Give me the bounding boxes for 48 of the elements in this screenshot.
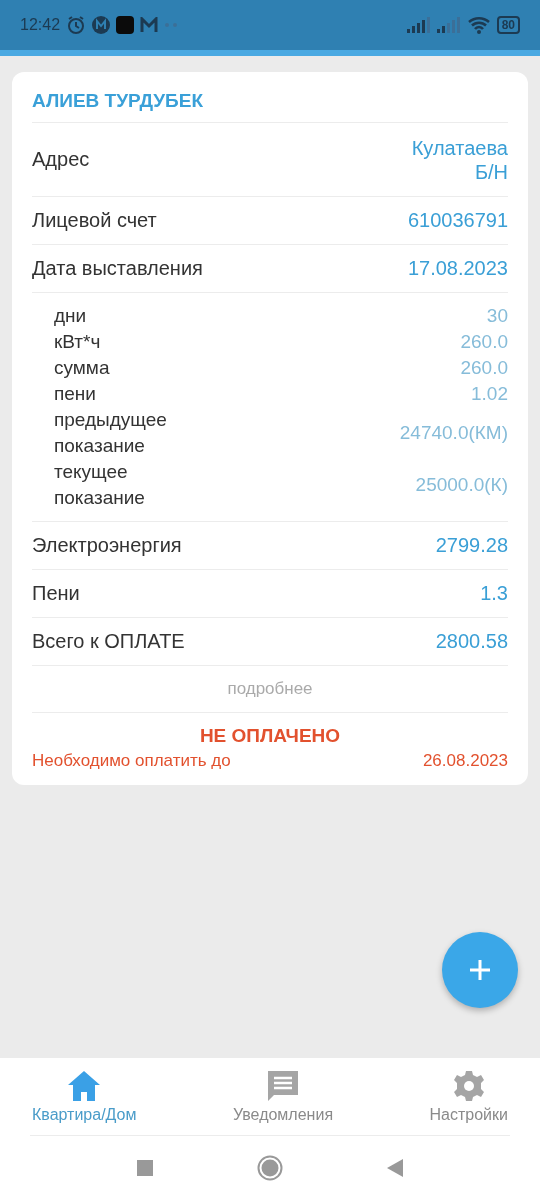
app-icon	[116, 16, 135, 34]
clock: 12:42	[20, 16, 61, 34]
detail-value: 30	[486, 304, 508, 328]
total-label: Всего к ОПЛАТЕ	[32, 630, 185, 653]
settings-icon	[452, 1069, 485, 1102]
field-label: Дата выставления	[32, 257, 203, 280]
plus-icon	[469, 959, 491, 981]
total-value: 1.3	[480, 582, 508, 605]
message-icon	[267, 1069, 299, 1102]
detail-label: кВт*ч	[54, 330, 102, 354]
back-icon[interactable]	[387, 1159, 403, 1177]
total-label: Пени	[32, 582, 80, 605]
signal-icon	[436, 17, 461, 33]
total-label: Электроэнергия	[32, 534, 182, 557]
detail-label: дни	[54, 304, 88, 328]
detail-label: пени	[54, 382, 97, 406]
detail-label: текущее показание	[54, 460, 146, 510]
field-label: Адрес	[32, 148, 90, 171]
wifi-icon	[466, 16, 491, 34]
field-value: 610036791	[407, 209, 508, 232]
detail-value: 260.0	[460, 330, 508, 354]
home-icon	[67, 1070, 102, 1102]
detail-value: 24740.0(КМ)	[399, 421, 508, 445]
dots-icon	[164, 22, 179, 28]
field-value: 17.08.2023	[407, 257, 508, 280]
signal-icon	[406, 17, 431, 33]
detail-label: сумма	[54, 356, 111, 380]
nav-tab[interactable]: Квартира/Дом	[30, 1058, 139, 1135]
total-value: 2800.58	[435, 630, 508, 653]
detail-value: 25000.0(К)	[415, 473, 508, 497]
payment-status: НЕ ОПЛАЧЕНО	[198, 724, 342, 747]
add-button[interactable]	[442, 932, 518, 1008]
alarm-clock-icon	[66, 15, 87, 35]
details-link[interactable]: подробнее	[32, 666, 508, 713]
home-button-icon[interactable]	[257, 1155, 283, 1181]
detail-value: 260.0	[460, 356, 508, 380]
due-label: Необходимо оплатить до	[32, 751, 231, 771]
nav-tab[interactable]: Уведомления	[231, 1058, 336, 1135]
total-value: 2799.28	[435, 534, 508, 557]
field-value: Кулатаева Б/Н	[410, 135, 508, 184]
detail-value: 1.02	[471, 382, 508, 406]
app-icon	[92, 16, 111, 34]
field-label: Лицевой счет	[32, 209, 157, 232]
due-date: 26.08.2023	[422, 751, 508, 771]
battery-level: 80	[496, 16, 520, 34]
account-holder-name: АЛИЕВ ТУРДУБЕК	[32, 86, 508, 123]
mail-icon	[140, 17, 159, 33]
nav-tab[interactable]: Настройки	[427, 1058, 510, 1135]
